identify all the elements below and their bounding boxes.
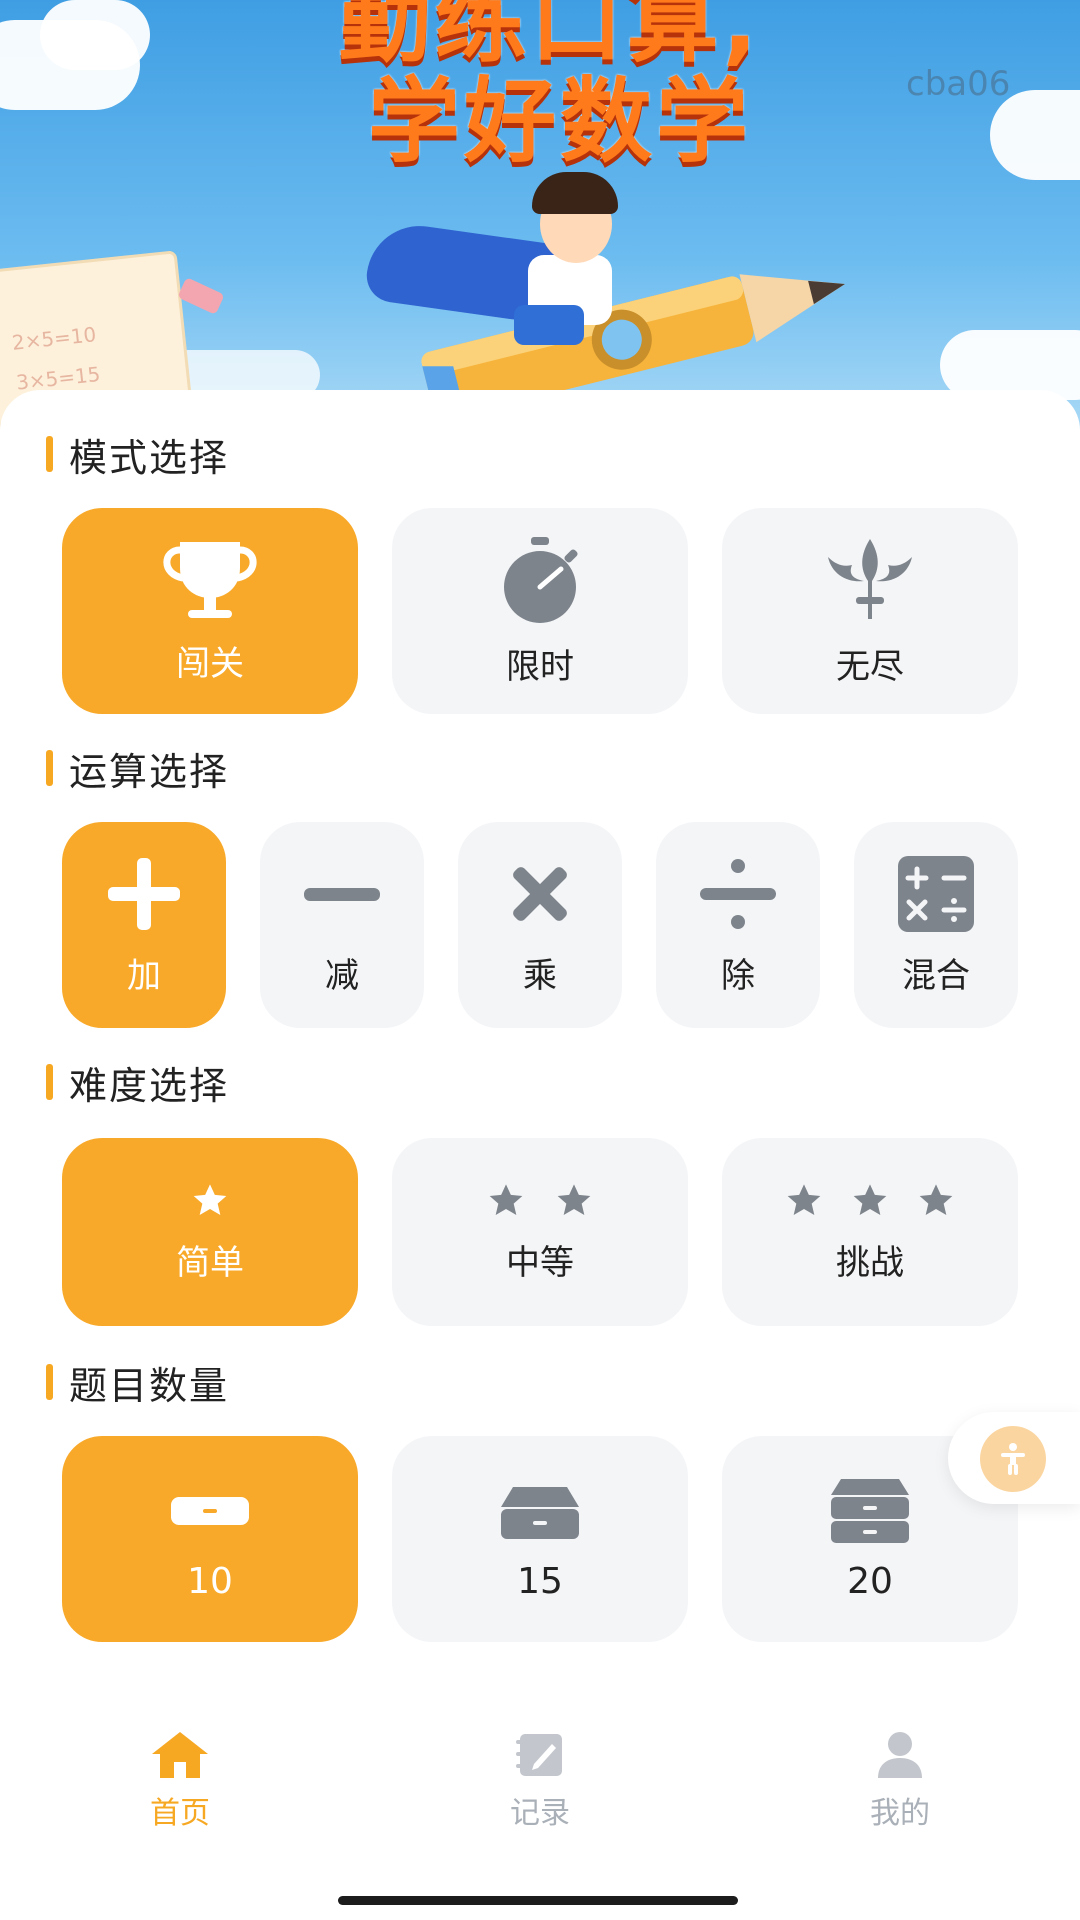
hero-title-line1: 勤练口算, [338, 0, 762, 75]
count-option-10[interactable]: 10 [62, 1436, 358, 1642]
option-label: 乘 [523, 955, 557, 996]
difficulty-option-challenge[interactable]: 挑战 [722, 1138, 1018, 1326]
plus-icon [108, 857, 180, 930]
operation-option-divide[interactable]: 除 [656, 822, 820, 1028]
trident-icon [828, 538, 912, 619]
mode-option-challenge[interactable]: 闯关 [62, 508, 358, 714]
user-icon [878, 1732, 922, 1778]
section-accent-bar [46, 436, 53, 472]
home-indicator[interactable] [338, 1896, 738, 1905]
watermark-text: cba06 [906, 64, 1011, 104]
hero-banner: 2×5=10 3×5=15 勤练口算, 学好数学 cba06 [0, 0, 1080, 430]
operation-option-add[interactable]: 加 [62, 822, 226, 1028]
difficulty-option-easy[interactable]: 简单 [62, 1138, 358, 1326]
book-text: 2×5=10 [10, 322, 98, 355]
section-title-operation: 运算选择 [46, 746, 229, 794]
option-label: 减 [325, 955, 359, 996]
star-icon [787, 1183, 821, 1215]
section-title-text: 题目数量 [69, 1363, 230, 1408]
option-label: 简单 [176, 1242, 244, 1283]
difficulty-option-medium[interactable]: 中等 [392, 1138, 688, 1326]
section-title-count: 题目数量 [46, 1360, 229, 1408]
star-icon [853, 1183, 887, 1215]
section-accent-bar [46, 750, 53, 786]
star-icon [489, 1183, 523, 1215]
section-title-difficulty: 难度选择 [46, 1060, 229, 1108]
bottom-tab-bar: 首页 记录 我的 [0, 1730, 1080, 1860]
divide-icon [700, 858, 776, 929]
mode-option-timed[interactable]: 限时 [392, 508, 688, 714]
tab-profile[interactable]: 我的 [800, 1730, 1000, 1850]
drawer-stack-icon [831, 1478, 909, 1543]
tab-records[interactable]: 记录 [440, 1730, 640, 1850]
multiply-icon [513, 866, 567, 921]
star-rating [484, 1181, 596, 1221]
operation-option-mixed[interactable]: 混合 [854, 822, 1018, 1028]
boy-hair [532, 172, 618, 214]
accessibility-icon [1001, 1443, 1025, 1475]
operation-option-multiply[interactable]: 乘 [458, 822, 622, 1028]
boy-shorts [514, 305, 584, 345]
tab-home[interactable]: 首页 [80, 1730, 280, 1850]
tab-label: 首页 [150, 1796, 210, 1831]
trophy-icon [163, 541, 257, 618]
single-tray-icon [171, 1496, 249, 1525]
option-label: 限时 [506, 646, 574, 687]
home-icon [152, 1732, 208, 1778]
option-label: 挑战 [836, 1242, 904, 1283]
minus-icon [304, 887, 380, 901]
section-accent-bar [46, 1064, 53, 1100]
option-label: 20 [847, 1560, 893, 1602]
calculator-icon [898, 855, 974, 932]
operation-option-subtract[interactable]: 减 [260, 822, 424, 1028]
hero-title-line2: 学好数学 [367, 68, 752, 175]
star-icon [919, 1183, 953, 1215]
floating-button-circle [980, 1426, 1046, 1492]
section-title-text: 模式选择 [69, 435, 230, 480]
option-label: 除 [721, 955, 755, 996]
option-label: 闯关 [176, 643, 244, 684]
tab-label: 记录 [510, 1796, 570, 1831]
option-label: 无尽 [836, 646, 904, 687]
section-title-text: 运算选择 [69, 749, 230, 794]
section-title-mode: 模式选择 [46, 432, 229, 480]
option-label: 混合 [902, 955, 970, 996]
tab-label: 我的 [870, 1796, 930, 1831]
section-title-text: 难度选择 [69, 1063, 230, 1108]
section-accent-bar [46, 1364, 53, 1400]
option-label: 中等 [506, 1242, 574, 1283]
option-label: 15 [517, 1560, 563, 1602]
notebook-pen-icon [516, 1734, 562, 1776]
count-option-15[interactable]: 15 [392, 1436, 688, 1642]
hero-title: 勤练口算, 学好数学 [240, 0, 860, 172]
star-icon [557, 1183, 591, 1215]
option-label: 10 [187, 1560, 233, 1602]
star-rating [782, 1181, 958, 1221]
cloud-decoration [40, 0, 150, 70]
floating-accessibility-button[interactable] [948, 1412, 1080, 1504]
mode-option-endless[interactable]: 无尽 [722, 508, 1018, 714]
star-icon [193, 1183, 227, 1215]
eraser-illustration [177, 277, 225, 315]
option-label: 加 [127, 955, 161, 996]
stopwatch-icon [504, 536, 578, 623]
double-tray-icon [501, 1486, 579, 1539]
